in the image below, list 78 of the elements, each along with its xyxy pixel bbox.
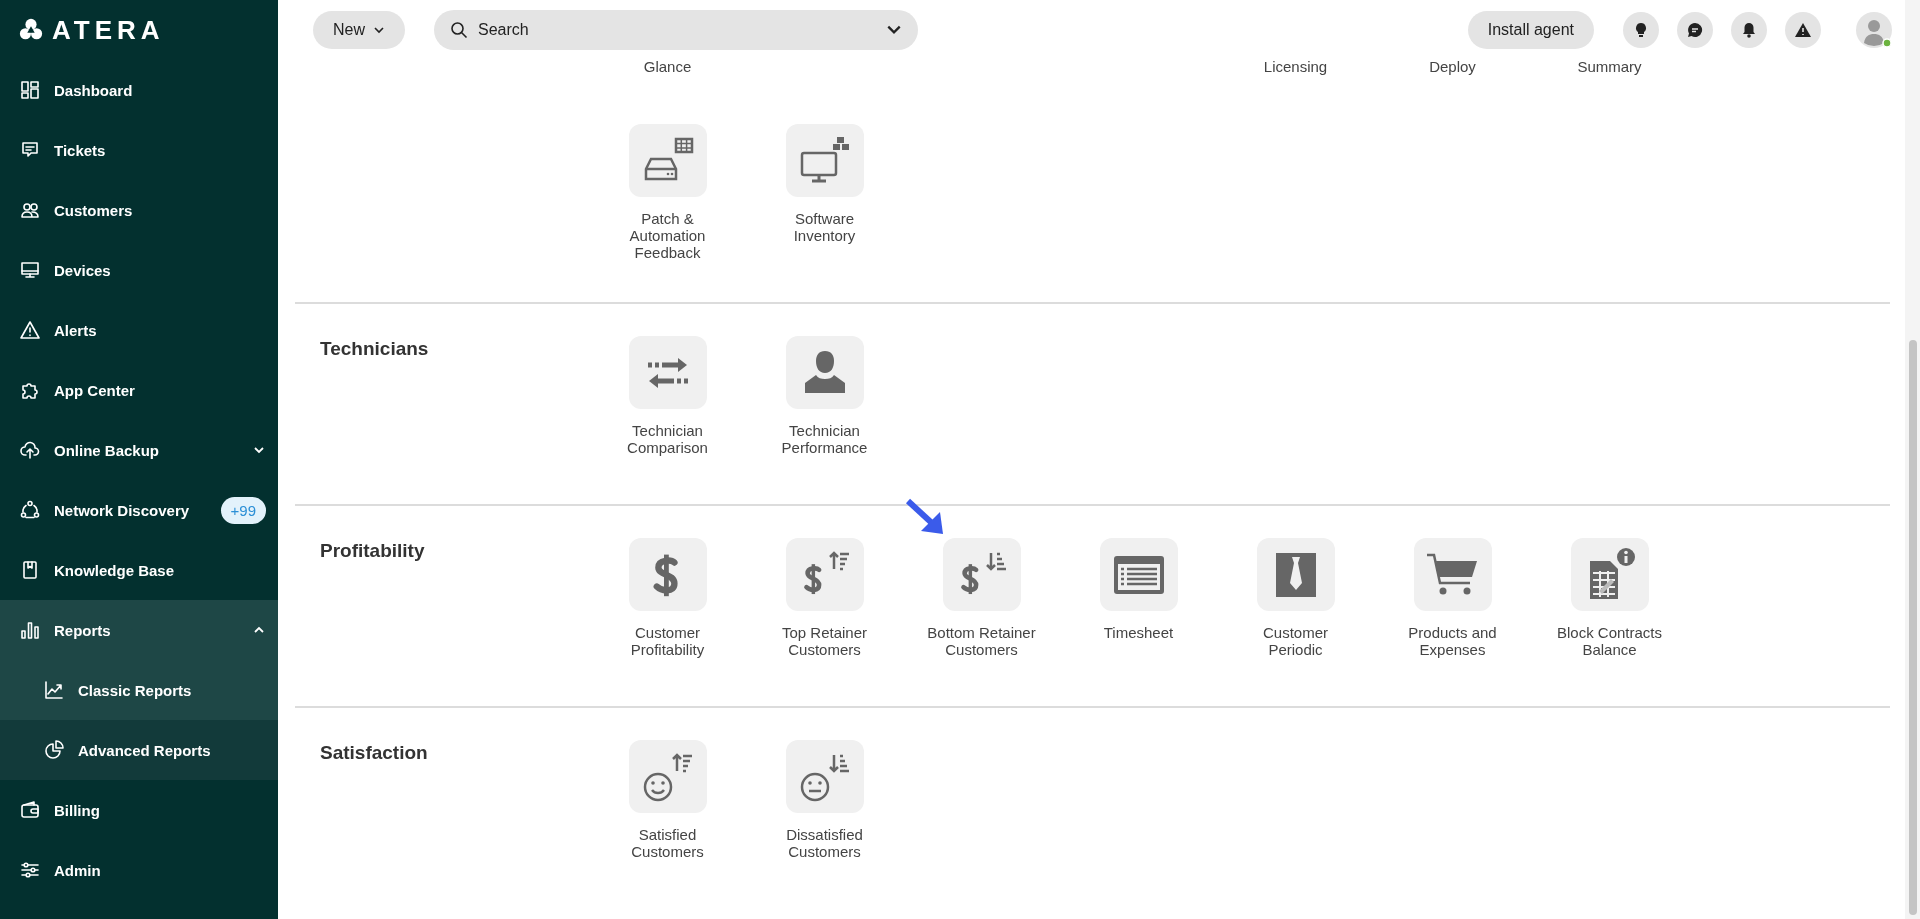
sidebar-item[interactable]: Customers	[0, 180, 278, 240]
dashboard-icon	[20, 80, 40, 100]
report-tile[interactable]	[1570, 538, 1649, 611]
install-agent-button[interactable]: Install agent	[1467, 11, 1594, 49]
network-icon	[20, 500, 40, 520]
scrollbar[interactable]	[1905, 0, 1920, 919]
report-label[interactable]: Customer Profitability	[630, 624, 705, 658]
sidebar-item[interactable]: Alerts	[0, 300, 278, 360]
report-label[interactable]: Block Contracts Balance	[1556, 624, 1662, 658]
book-icon	[20, 560, 40, 580]
report-label[interactable]: Patch & Automation Feedback	[629, 210, 706, 261]
scrollbar-thumb[interactable]	[1909, 340, 1917, 915]
sidebar-item[interactable]: Devices	[0, 240, 278, 300]
sliders-icon	[20, 860, 40, 880]
report-label[interactable]: Licensing	[1263, 58, 1328, 75]
warning-icon	[20, 320, 40, 340]
warning-button[interactable]	[1785, 12, 1821, 48]
report-label[interactable]: Top Retainer Customers	[781, 624, 868, 658]
sidebar-item[interactable]: Billing	[0, 780, 278, 840]
chat-bubble-icon	[1686, 21, 1704, 39]
logo-text: ATERA	[52, 14, 165, 46]
report-tile[interactable]	[785, 740, 864, 813]
avatar-icon	[1856, 12, 1892, 48]
report-tile[interactable]	[628, 336, 707, 409]
report-tile[interactable]	[785, 336, 864, 409]
report-label[interactable]: Software Inventory	[793, 210, 856, 244]
sidebar-subitem[interactable]: Classic Reports	[0, 660, 278, 720]
report-label[interactable]: Technician Comparison	[627, 422, 708, 456]
chevron-down-icon	[373, 24, 385, 36]
report-tile[interactable]	[942, 538, 1021, 611]
warning-icon	[1794, 21, 1812, 39]
report-tile[interactable]	[785, 538, 864, 611]
report-label[interactable]: Timesheet	[1103, 624, 1174, 641]
report-label[interactable]: Glance	[643, 58, 692, 75]
sidebar-subitem[interactable]: Advanced Reports	[0, 720, 278, 780]
sidebar-item[interactable]: Admin	[0, 840, 278, 900]
search-field[interactable]: Search	[434, 10, 918, 50]
sidebar-item[interactable]: Network Discovery +99	[0, 480, 278, 540]
sidebar-item[interactable]: Online Backup	[0, 420, 278, 480]
sidebar-item[interactable]: Knowledge Base	[0, 540, 278, 600]
report-label[interactable]: Deploy	[1429, 58, 1476, 75]
cloud-upload-icon	[20, 440, 40, 460]
report-label[interactable]: Dissatisfied Customers	[786, 826, 863, 860]
chat-icon	[20, 140, 40, 160]
report-label[interactable]: Bottom Retainer Customers	[927, 624, 1036, 658]
search-icon	[450, 21, 468, 39]
section-title: Technicians	[320, 337, 430, 361]
bell-button[interactable]	[1731, 12, 1767, 48]
monitor-icon	[20, 260, 40, 280]
report-tile[interactable]	[628, 538, 707, 611]
report-label[interactable]: Customer Periodic	[1263, 624, 1328, 658]
bell-icon	[1740, 21, 1758, 39]
chat-bubble-button[interactable]	[1677, 12, 1713, 48]
report-tile[interactable]	[1099, 538, 1178, 611]
section-title: Satisfaction	[320, 741, 429, 765]
count-badge: +99	[220, 496, 266, 524]
sidebar-item[interactable]: Dashboard	[0, 60, 278, 120]
report-label[interactable]: Satisfied Customers	[631, 826, 704, 860]
section-title: Profitability	[320, 539, 426, 563]
report-tile[interactable]	[785, 124, 864, 197]
line-chart-icon	[44, 680, 64, 700]
people-icon	[20, 200, 40, 220]
report-tile[interactable]	[628, 740, 707, 813]
report-tile[interactable]	[1256, 538, 1335, 611]
wallet-icon	[20, 800, 40, 820]
report-label[interactable]: Technician Performance	[781, 422, 868, 456]
sidebar-item[interactable]: Reports	[0, 600, 278, 660]
new-button[interactable]: New	[313, 11, 405, 49]
report-label[interactable]: Summary	[1577, 58, 1642, 75]
sidebar-item[interactable]: App Center	[0, 360, 278, 420]
report-tile[interactable]	[1413, 538, 1492, 611]
report-label[interactable]: Products and Expenses	[1408, 624, 1497, 658]
sidebar-item[interactable]: Tickets	[0, 120, 278, 180]
bar-chart-icon	[20, 620, 40, 640]
report-tile[interactable]	[628, 124, 707, 197]
puzzle-icon	[20, 380, 40, 400]
lightbulb-button[interactable]	[1623, 12, 1659, 48]
pie-chart-icon	[44, 740, 64, 760]
